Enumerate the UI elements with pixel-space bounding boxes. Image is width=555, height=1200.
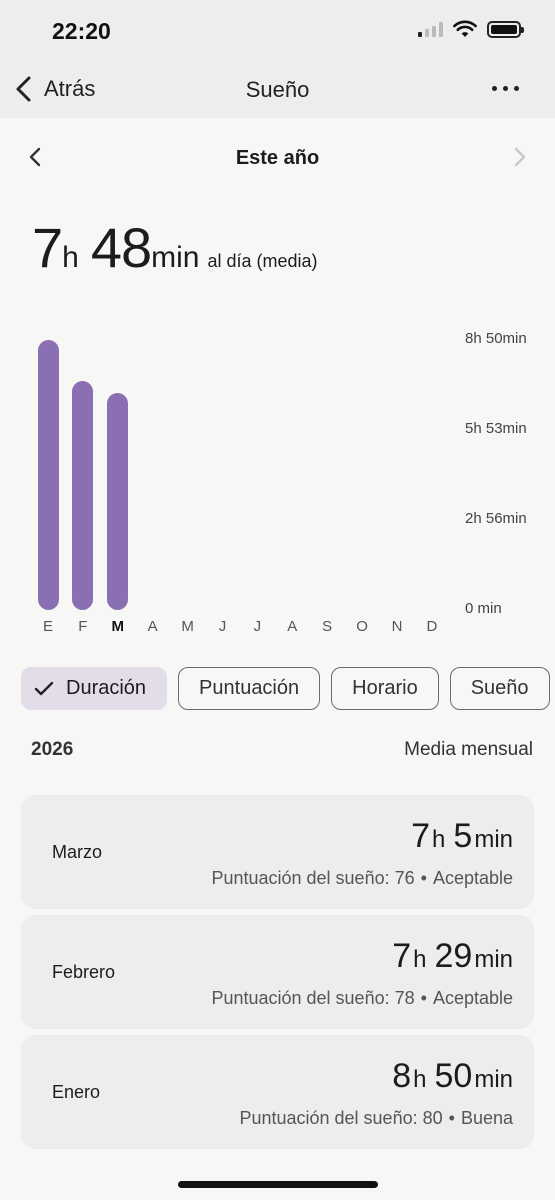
status-bar: 22:20 <box>0 0 555 60</box>
card-month-name: Enero <box>52 1082 101 1102</box>
x-tick-label: J <box>253 618 262 635</box>
chip-schedule[interactable]: Horario <box>331 667 439 710</box>
status-time: 22:20 <box>52 18 111 44</box>
chart-bar[interactable] <box>72 381 94 610</box>
x-tick-label: M <box>181 618 194 635</box>
chip-sleep[interactable]: Sueño <box>449 667 550 710</box>
x-tick-label: M <box>111 618 125 635</box>
card-score: Puntuación del sueño: 78 • Aceptable <box>211 988 513 1008</box>
x-tick-label: A <box>147 618 158 635</box>
x-tick-label: J <box>218 618 227 635</box>
metric-chips: Duración Puntuación Horario Sueño <box>21 667 550 710</box>
month-card-march[interactable]: Marzo 7h 5 min Puntuación del sueño: 76 • A… <box>21 795 534 909</box>
summary-caption: Media mensual <box>404 739 533 760</box>
x-tick-label: A <box>287 618 298 635</box>
daily-average: 7 h 48 min al día (media) <box>32 215 318 280</box>
chart-bar[interactable] <box>37 340 59 610</box>
y-tick-label: 8h 50min <box>465 330 527 347</box>
chevron-right-icon <box>514 147 526 167</box>
chip-label: Sueño <box>470 677 529 699</box>
chip-label: Horario <box>352 677 418 699</box>
card-duration: 8h 50 min <box>392 1057 513 1095</box>
card-score: Puntuación del sueño: 80 • Buena <box>239 1108 513 1128</box>
chip-label: Duración <box>66 677 147 699</box>
chip-duration[interactable]: Duración <box>21 667 168 710</box>
chip-label: Puntuación <box>199 677 300 699</box>
next-period-button <box>513 146 527 173</box>
month-card-january[interactable]: Enero 8h 50 min Puntuación del sueño: 80 •… <box>21 1035 534 1149</box>
wifi-icon <box>453 20 477 37</box>
sleep-duration-chart: 8h 50min 5h 53min 2h 56min 0 min E F M A M J J A S O N… <box>0 320 555 640</box>
x-tick-label: E <box>42 618 53 635</box>
period-label: Este año <box>235 147 320 169</box>
page-title: Sueño <box>245 77 310 102</box>
x-tick-label: S <box>322 618 333 635</box>
cellular-signal-icon <box>418 21 443 37</box>
app-header: Atrás Sueño <box>0 60 555 118</box>
card-duration: 7h 29 min <box>392 937 513 975</box>
average-hours: 7 <box>32 216 63 279</box>
card-month-name: Febrero <box>52 962 116 982</box>
y-tick-label: 2h 56min <box>465 510 527 528</box>
summary-year: 2026 <box>31 739 74 760</box>
more-options-button[interactable] <box>492 86 519 91</box>
chip-score[interactable]: Puntuación <box>178 667 321 710</box>
period-nav: Este año <box>0 138 555 178</box>
status-icons <box>418 20 524 38</box>
average-hours-unit: h <box>62 241 79 274</box>
card-score: Puntuación del sueño: 76 • Aceptable <box>211 868 513 888</box>
average-minutes-unit: min <box>151 241 200 274</box>
home-indicator <box>178 1181 378 1188</box>
average-minutes: 48 <box>90 216 152 279</box>
chart-bar[interactable] <box>107 393 129 610</box>
x-tick-label: F <box>78 618 88 635</box>
card-duration: 7h 5 min <box>411 817 513 855</box>
x-tick-label: N <box>391 618 403 635</box>
battery-icon <box>487 20 524 38</box>
check-icon <box>34 681 54 697</box>
card-month-name: Marzo <box>52 842 103 862</box>
y-tick-label: 0 min <box>465 600 502 617</box>
month-card-february[interactable]: Febrero 7h 29 min Puntuación del sueño: 7… <box>21 915 534 1029</box>
average-suffix: al día (media) <box>207 251 318 271</box>
x-tick-label: D <box>426 618 438 635</box>
more-horizontal-icon <box>492 86 497 91</box>
x-tick-label: O <box>356 618 368 635</box>
y-tick-label: 5h 53min <box>465 420 527 438</box>
